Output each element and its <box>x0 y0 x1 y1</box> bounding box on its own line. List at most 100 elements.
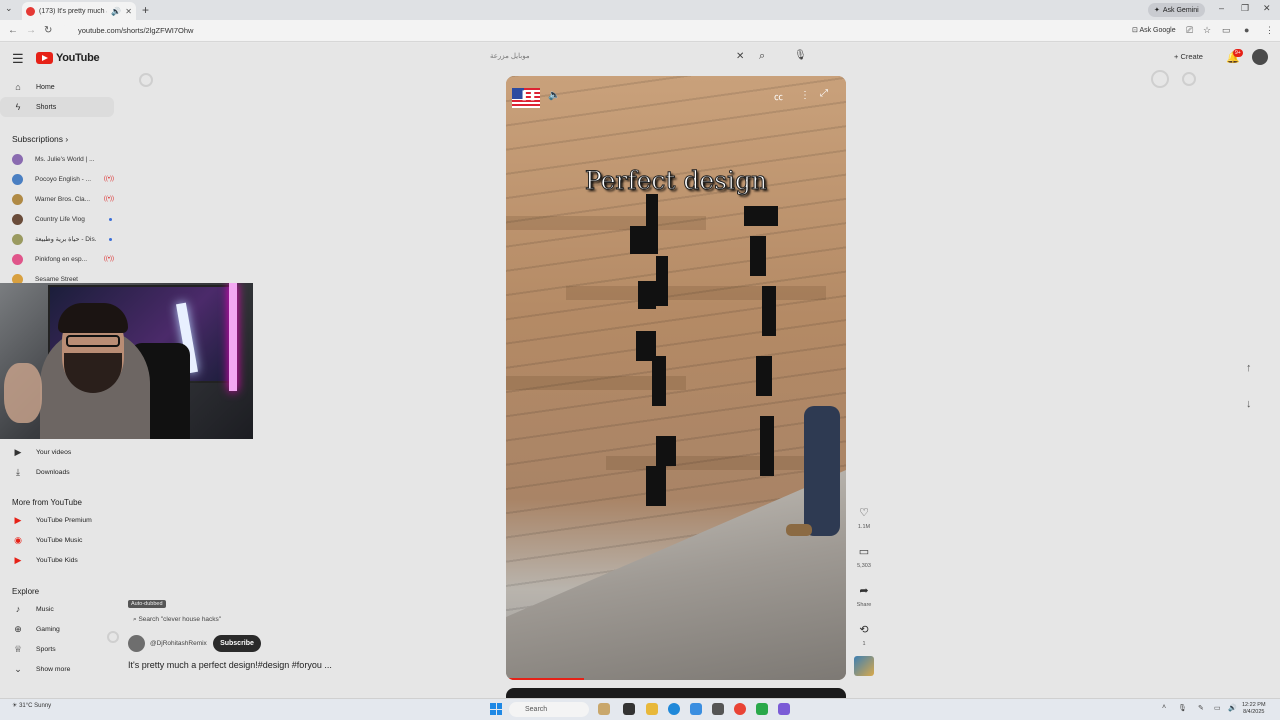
sidebar-show-more[interactable]: ⌄ Show more <box>0 659 114 679</box>
bookmark-star-icon[interactable]: ☆ <box>1203 25 1211 36</box>
store-icon[interactable] <box>690 703 702 715</box>
wood-plank <box>606 456 826 470</box>
app-icon[interactable] <box>756 703 768 715</box>
weather-temp: 31°C <box>19 703 33 709</box>
like-action[interactable]: ♡ 1.1M <box>852 503 876 530</box>
search-icon[interactable]: ⌕ <box>759 50 765 63</box>
shorts-video-player[interactable]: Perfect design ❚❚ 🔈 ㏄ ⋮ ⤢ <box>506 76 846 680</box>
pen-icon[interactable]: ✎ <box>1198 704 1204 712</box>
share-icon[interactable]: ➦ <box>854 581 874 601</box>
subscription-item[interactable]: Ms. Julie's World | ... <box>0 149 114 169</box>
hamburger-menu-icon[interactable]: ☰ <box>12 51 24 67</box>
tab-list-icon[interactable]: ⌄ <box>5 3 13 14</box>
url-field[interactable]: youtube.com/shorts/2lgZFWI7Ohw <box>62 23 1122 39</box>
widgets-icon[interactable] <box>598 703 610 715</box>
subscription-item[interactable]: Warner Bros. Cla... ((•)) <box>0 189 114 209</box>
subscription-item[interactable]: Pinkfong en esp... ((•)) <box>0 249 114 269</box>
split-view-icon[interactable]: ▭ <box>1222 25 1231 36</box>
sidebar-item-home[interactable]: ⌂ Home <box>0 77 114 97</box>
explore-header: Explore <box>12 587 40 596</box>
door-gap <box>656 436 676 466</box>
subscriptions-header[interactable]: Subscriptions › <box>12 134 68 144</box>
channel-name: Pocoyo English - ... <box>35 175 91 183</box>
more-options-icon[interactable]: ⋮ <box>800 90 810 101</box>
weather-widget[interactable]: ☀ 31°C Sunny <box>12 702 51 709</box>
sidebar-item-premium[interactable]: ▶ YouTube Premium <box>0 510 114 530</box>
speaker-icon[interactable]: 🔊 <box>111 7 121 16</box>
new-tab-button[interactable]: + <box>142 3 149 17</box>
file-explorer-icon[interactable] <box>646 703 658 715</box>
subscription-item[interactable]: Country Life Vlog <box>0 209 114 229</box>
tray-chevron-icon[interactable]: ˄ <box>1162 704 1166 711</box>
account-avatar[interactable] <box>1252 49 1268 65</box>
microphone-icon[interactable]: 🎙 <box>1178 704 1187 712</box>
close-window-icon[interactable]: ✕ <box>1263 3 1271 14</box>
subscribe-button[interactable]: Subscribe <box>213 635 261 652</box>
profile-icon[interactable]: ● <box>1244 25 1249 35</box>
windows-start-icon[interactable] <box>490 703 502 715</box>
browser-menu-icon[interactable]: ⋮ <box>1265 25 1274 36</box>
ask-google-button[interactable]: ⊡ Ask Google <box>1132 26 1176 34</box>
comment-action[interactable]: ▭ 5,303 <box>852 542 876 569</box>
share-action[interactable]: ➦ Share <box>852 581 876 608</box>
sidebar-item-label: YouTube Music <box>36 536 83 544</box>
streamer-hair <box>58 303 128 333</box>
auto-dubbed-badge: Auto-dubbed <box>128 600 166 608</box>
sidebar-item-youtube-music[interactable]: ◉ YouTube Music <box>0 530 114 550</box>
system-clock[interactable]: 12:22 PM 8/4/2025 <box>1242 702 1266 716</box>
reload-icon[interactable]: ↻ <box>44 25 52 36</box>
clear-search-icon[interactable]: ✕ <box>736 51 744 62</box>
close-tab-icon[interactable]: ✕ <box>125 7 132 16</box>
minimize-icon[interactable]: – <box>1219 3 1224 13</box>
pause-icon[interactable]: ❚❚ <box>520 90 537 101</box>
app-icon[interactable] <box>778 703 790 715</box>
taskbar-search[interactable]: Search <box>509 702 589 717</box>
arrow-up-icon[interactable]: ↑ <box>1246 362 1252 374</box>
video-progress-bar[interactable] <box>506 678 585 680</box>
back-icon[interactable]: ← <box>8 25 18 36</box>
settings-icon[interactable] <box>712 703 724 715</box>
channel-avatar <box>12 233 23 245</box>
restore-icon[interactable]: ❐ <box>1241 3 1249 14</box>
fullscreen-icon[interactable]: ⤢ <box>820 88 828 99</box>
video-title[interactable]: It's pretty much a perfect design!#desig… <box>128 660 332 670</box>
chrome-icon[interactable] <box>734 703 746 715</box>
sidebar-item-music[interactable]: ♪ Music <box>0 599 114 619</box>
ask-gemini-button[interactable]: ✦ Ask Gemini <box>1148 3 1205 17</box>
arrow-down-icon[interactable]: ↓ <box>1246 398 1252 410</box>
task-view-icon[interactable] <box>623 703 635 715</box>
channel-avatar[interactable] <box>128 635 145 652</box>
create-button[interactable]: + Create <box>1174 52 1203 61</box>
sound-thumbnail[interactable] <box>852 656 876 676</box>
sidebar-item-youtube-kids[interactable]: ▶ YouTube Kids <box>0 550 114 570</box>
search-suggestion-label: Search "clever house hacks" <box>138 616 222 623</box>
channel-handle[interactable]: @DjRohitashRemix <box>150 640 207 647</box>
sidebar-item-shorts[interactable]: ϟ Shorts <box>0 97 114 117</box>
more-from-youtube-header: More from YouTube <box>12 498 82 507</box>
search-input[interactable]: موبايل مزرعة <box>482 48 754 66</box>
audio-thumbnail[interactable] <box>854 656 874 676</box>
remix-icon[interactable]: ⟲ <box>854 620 874 640</box>
search-suggestion[interactable]: ⌕ Search "clever house hacks" <box>133 616 221 624</box>
cast-icon[interactable]: ⎚ <box>1186 25 1193 36</box>
comment-icon[interactable]: ▭ <box>854 542 874 562</box>
like-icon[interactable]: ♡ <box>854 503 874 523</box>
subscription-item[interactable]: Pocoyo English - ... ((•)) <box>0 169 114 189</box>
edge-browser-icon[interactable] <box>668 703 680 715</box>
captions-icon[interactable]: ㏄ <box>774 90 783 103</box>
chevron-right-icon: › <box>65 134 69 144</box>
sidebar-item-gaming[interactable]: ⊕ Gaming <box>0 619 114 639</box>
subscription-item[interactable]: حياة برية وطبيعة - Dis... <box>0 229 114 249</box>
create-label: Create <box>1180 52 1203 61</box>
sidebar-item-sports[interactable]: ♕ Sports <box>0 639 114 659</box>
remix-action[interactable]: ⟲ 1 <box>852 620 876 647</box>
sidebar-item-downloads[interactable]: ⤓ Downloads <box>0 462 114 482</box>
network-icon[interactable]: ▭ <box>1214 704 1221 712</box>
browser-tab[interactable]: (173) It's pretty much a pe... 🔊 ✕ <box>22 2 136 20</box>
youtube-logo[interactable]: YouTube <box>36 52 100 64</box>
sidebar-item-your-videos[interactable]: ▶ Your videos <box>0 442 114 462</box>
forward-icon[interactable]: → <box>26 25 36 36</box>
volume-icon[interactable]: 🔈 <box>548 90 560 101</box>
volume-icon[interactable]: 🔊 <box>1228 704 1237 712</box>
microphone-icon[interactable]: 🎙 <box>794 50 807 61</box>
